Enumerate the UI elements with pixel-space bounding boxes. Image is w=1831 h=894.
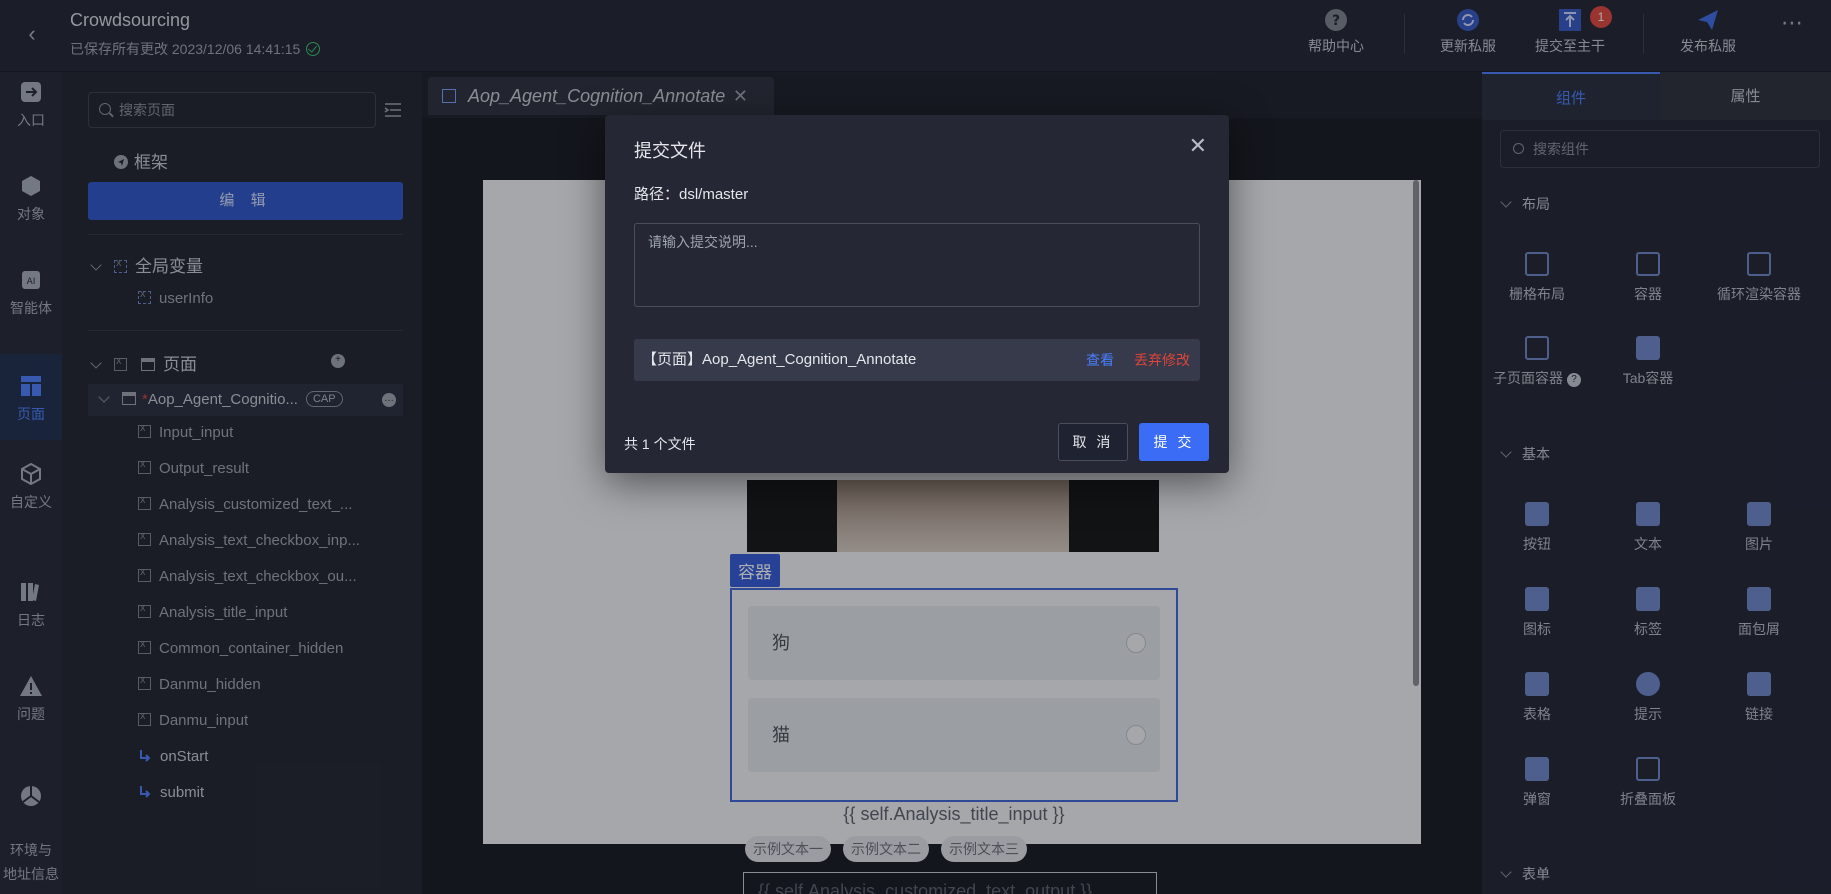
dialog-title: 提交文件: [634, 141, 706, 161]
dialog-path: 路径：dsl/master: [634, 186, 749, 203]
discard-changes-link[interactable]: 丢弃修改: [1134, 339, 1190, 381]
commit-message-textarea[interactable]: 请输入提交说明...: [634, 223, 1200, 307]
close-icon[interactable]: ✕: [1189, 133, 1207, 159]
view-link[interactable]: 查看: [1086, 339, 1114, 381]
changed-file-label: 【页面】Aop_Agent_Cognition_Annotate: [642, 351, 917, 368]
submit-button[interactable]: 提 交: [1139, 423, 1209, 461]
cancel-button[interactable]: 取 消: [1058, 423, 1128, 461]
submit-file-dialog: 提交文件 ✕ 路径：dsl/master 请输入提交说明... 【页面】Aop_…: [605, 115, 1229, 473]
file-count: 共 1 个文件: [624, 436, 696, 452]
commit-message-placeholder: 请输入提交说明...: [648, 234, 758, 250]
changed-file-row: 【页面】Aop_Agent_Cognition_Annotate 查看 丢弃修改: [634, 339, 1200, 381]
